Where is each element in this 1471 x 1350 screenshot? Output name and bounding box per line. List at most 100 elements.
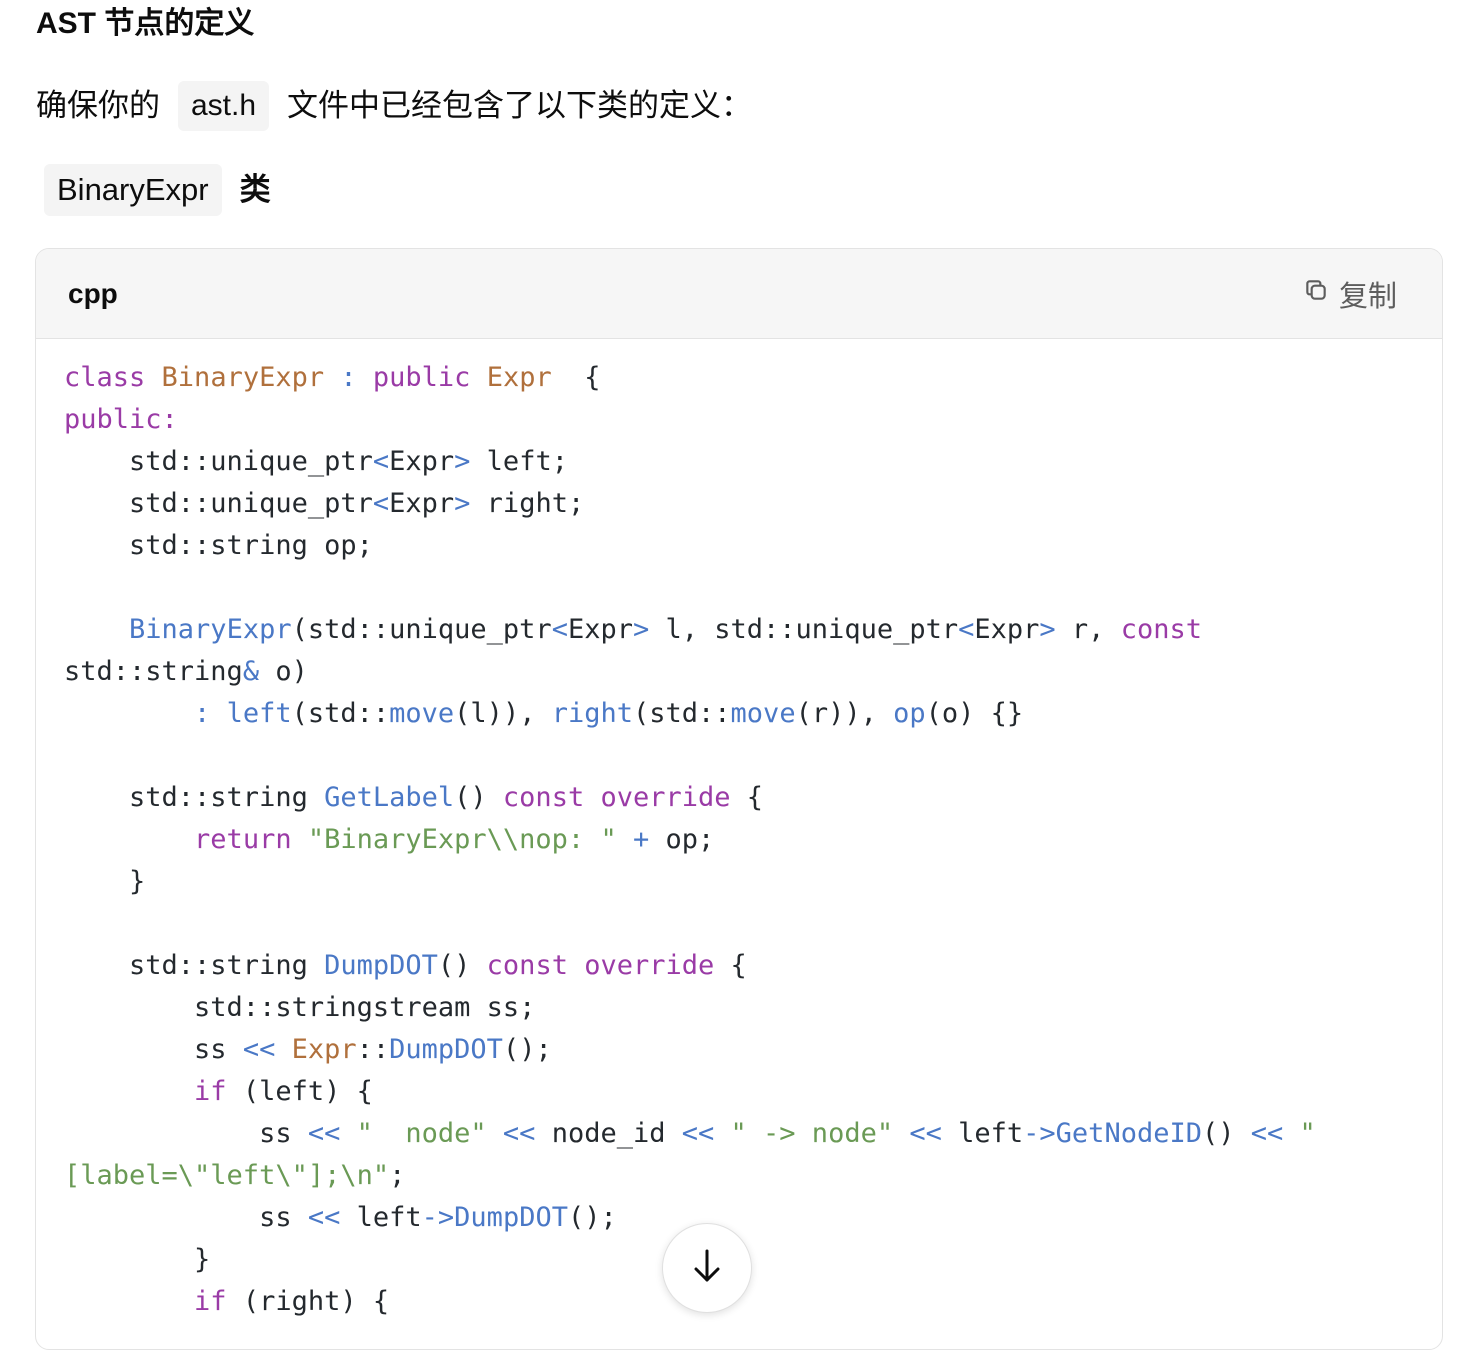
code-token: Expr (567, 614, 633, 645)
code-token: left (356, 1202, 422, 1233)
code-token: << (893, 1118, 959, 1149)
code-token: GetLabel (324, 782, 455, 813)
code-token: ss (64, 1202, 308, 1233)
code-token: } (64, 1244, 211, 1275)
code-line: class BinaryExpr : public Expr { (64, 357, 1414, 399)
code-token: left (958, 1118, 1024, 1149)
code-token: Expr (486, 362, 552, 393)
code-token: const (1120, 614, 1202, 645)
code-token: (o) {} (925, 698, 1024, 729)
code-token: std::unique_ptr (64, 446, 373, 477)
code-line: [label=\"left\"];\n"; (64, 1155, 1414, 1197)
code-token: r, (1055, 614, 1121, 645)
code-token: (std:: (633, 698, 731, 729)
subheading-suffix: 类 (239, 172, 271, 207)
code-token: () (1201, 1118, 1251, 1149)
code-token: << (307, 1202, 357, 1233)
code-line: BinaryExpr(std::unique_ptr<Expr> l, std:… (64, 609, 1414, 651)
inline-code-classname: BinaryExpr (44, 164, 222, 216)
code-token: Expr (389, 446, 455, 477)
code-token: (l)), (454, 698, 552, 729)
code-token: Expr (291, 1034, 357, 1065)
code-line: std::unique_ptr<Expr> left; (64, 441, 1414, 483)
intro-paragraph: 确保你的 ast.h 文件中已经包含了以下类的定义： (36, 78, 752, 134)
code-line: std::string op; (64, 525, 1414, 567)
arrow-down-icon (692, 1248, 722, 1289)
code-token: > (454, 488, 471, 519)
code-line: ss << left->DumpDOT(); (64, 1197, 1414, 1239)
intro-text-before: 确保你的 (36, 88, 160, 123)
code-token: " -> node" (730, 1118, 894, 1149)
code-token: if (194, 1076, 227, 1107)
code-block-header: cpp 复制 (36, 249, 1442, 339)
code-line: return "BinaryExpr\\nop: " + op; (64, 819, 1414, 861)
code-token: << (486, 1118, 552, 1149)
code-token: " (1299, 1118, 1316, 1149)
code-token: + (616, 824, 666, 855)
code-token: left (226, 698, 292, 729)
scroll-to-bottom-button[interactable] (662, 1223, 752, 1313)
code-line: } (64, 861, 1414, 903)
code-token: class (64, 362, 162, 393)
code-token: left; (470, 446, 568, 477)
copy-button[interactable]: 复制 (1303, 273, 1397, 315)
code-line: std::stringstream ss; (64, 987, 1414, 1029)
code-token: () (454, 782, 503, 813)
code-token: -> (421, 1202, 455, 1233)
code-token: { (730, 782, 764, 813)
code-token: > (632, 614, 650, 645)
code-token: < (372, 446, 390, 477)
code-token: Expr (974, 614, 1040, 645)
code-token: std::string op; (64, 530, 373, 561)
code-line: std::unique_ptr<Expr> right; (64, 483, 1414, 525)
inline-code-filename: ast.h (178, 81, 270, 131)
code-token: (r)), (795, 698, 894, 729)
code-token: std::string (64, 656, 243, 687)
intro-text-after: 文件中已经包含了以下类的定义： (287, 88, 753, 123)
code-token: > (1039, 614, 1056, 645)
code-token: << (307, 1118, 357, 1149)
code-token: > (454, 446, 471, 477)
code-line: std::string DumpDOT() const override { (64, 945, 1414, 987)
code-line: std::string& o) (64, 651, 1414, 693)
code-token: < (551, 614, 568, 645)
code-token: << (1250, 1118, 1300, 1149)
code-line: std::string GetLabel() const override { (64, 777, 1414, 819)
code-token: op; (665, 824, 715, 855)
code-token: -> (1023, 1118, 1056, 1149)
code-token: std::string (64, 950, 325, 981)
code-token: std::string (64, 782, 325, 813)
code-token: const override (486, 950, 715, 981)
code-line: public: (64, 399, 1414, 441)
code-token: o) (259, 656, 308, 687)
code-line: ss << Expr::DumpDOT(); (64, 1029, 1414, 1071)
code-token: std::unique_ptr (64, 488, 373, 519)
code-content[interactable]: class BinaryExpr : public Expr {public: … (36, 339, 1442, 1341)
code-token: ss (64, 1034, 243, 1065)
code-token: BinaryExpr (161, 362, 325, 393)
code-token: op (893, 698, 926, 729)
code-line: ss << " node" << node_id << " -> node" <… (64, 1113, 1414, 1155)
code-token: (right) { (226, 1286, 390, 1317)
code-token: right (551, 698, 633, 729)
code-line: if (left) { (64, 1071, 1414, 1113)
copy-icon (1303, 277, 1329, 311)
code-token: ss (64, 1118, 308, 1149)
section-heading: AST 节点的定义 (36, 7, 255, 40)
code-token: [label=\"left\"];\n" (64, 1160, 390, 1191)
code-token: } (64, 866, 146, 897)
code-token: public: (64, 404, 178, 435)
code-token: (std::unique_ptr (291, 614, 552, 645)
code-token: (); (567, 1202, 617, 1233)
code-token: right; (470, 488, 585, 519)
code-line: : left(std::move(l)), right(std::move(r)… (64, 693, 1414, 735)
code-token: std::stringstream ss; (64, 992, 536, 1023)
code-token: { (714, 950, 747, 981)
class-subheading: BinaryExpr 类 (44, 164, 271, 216)
